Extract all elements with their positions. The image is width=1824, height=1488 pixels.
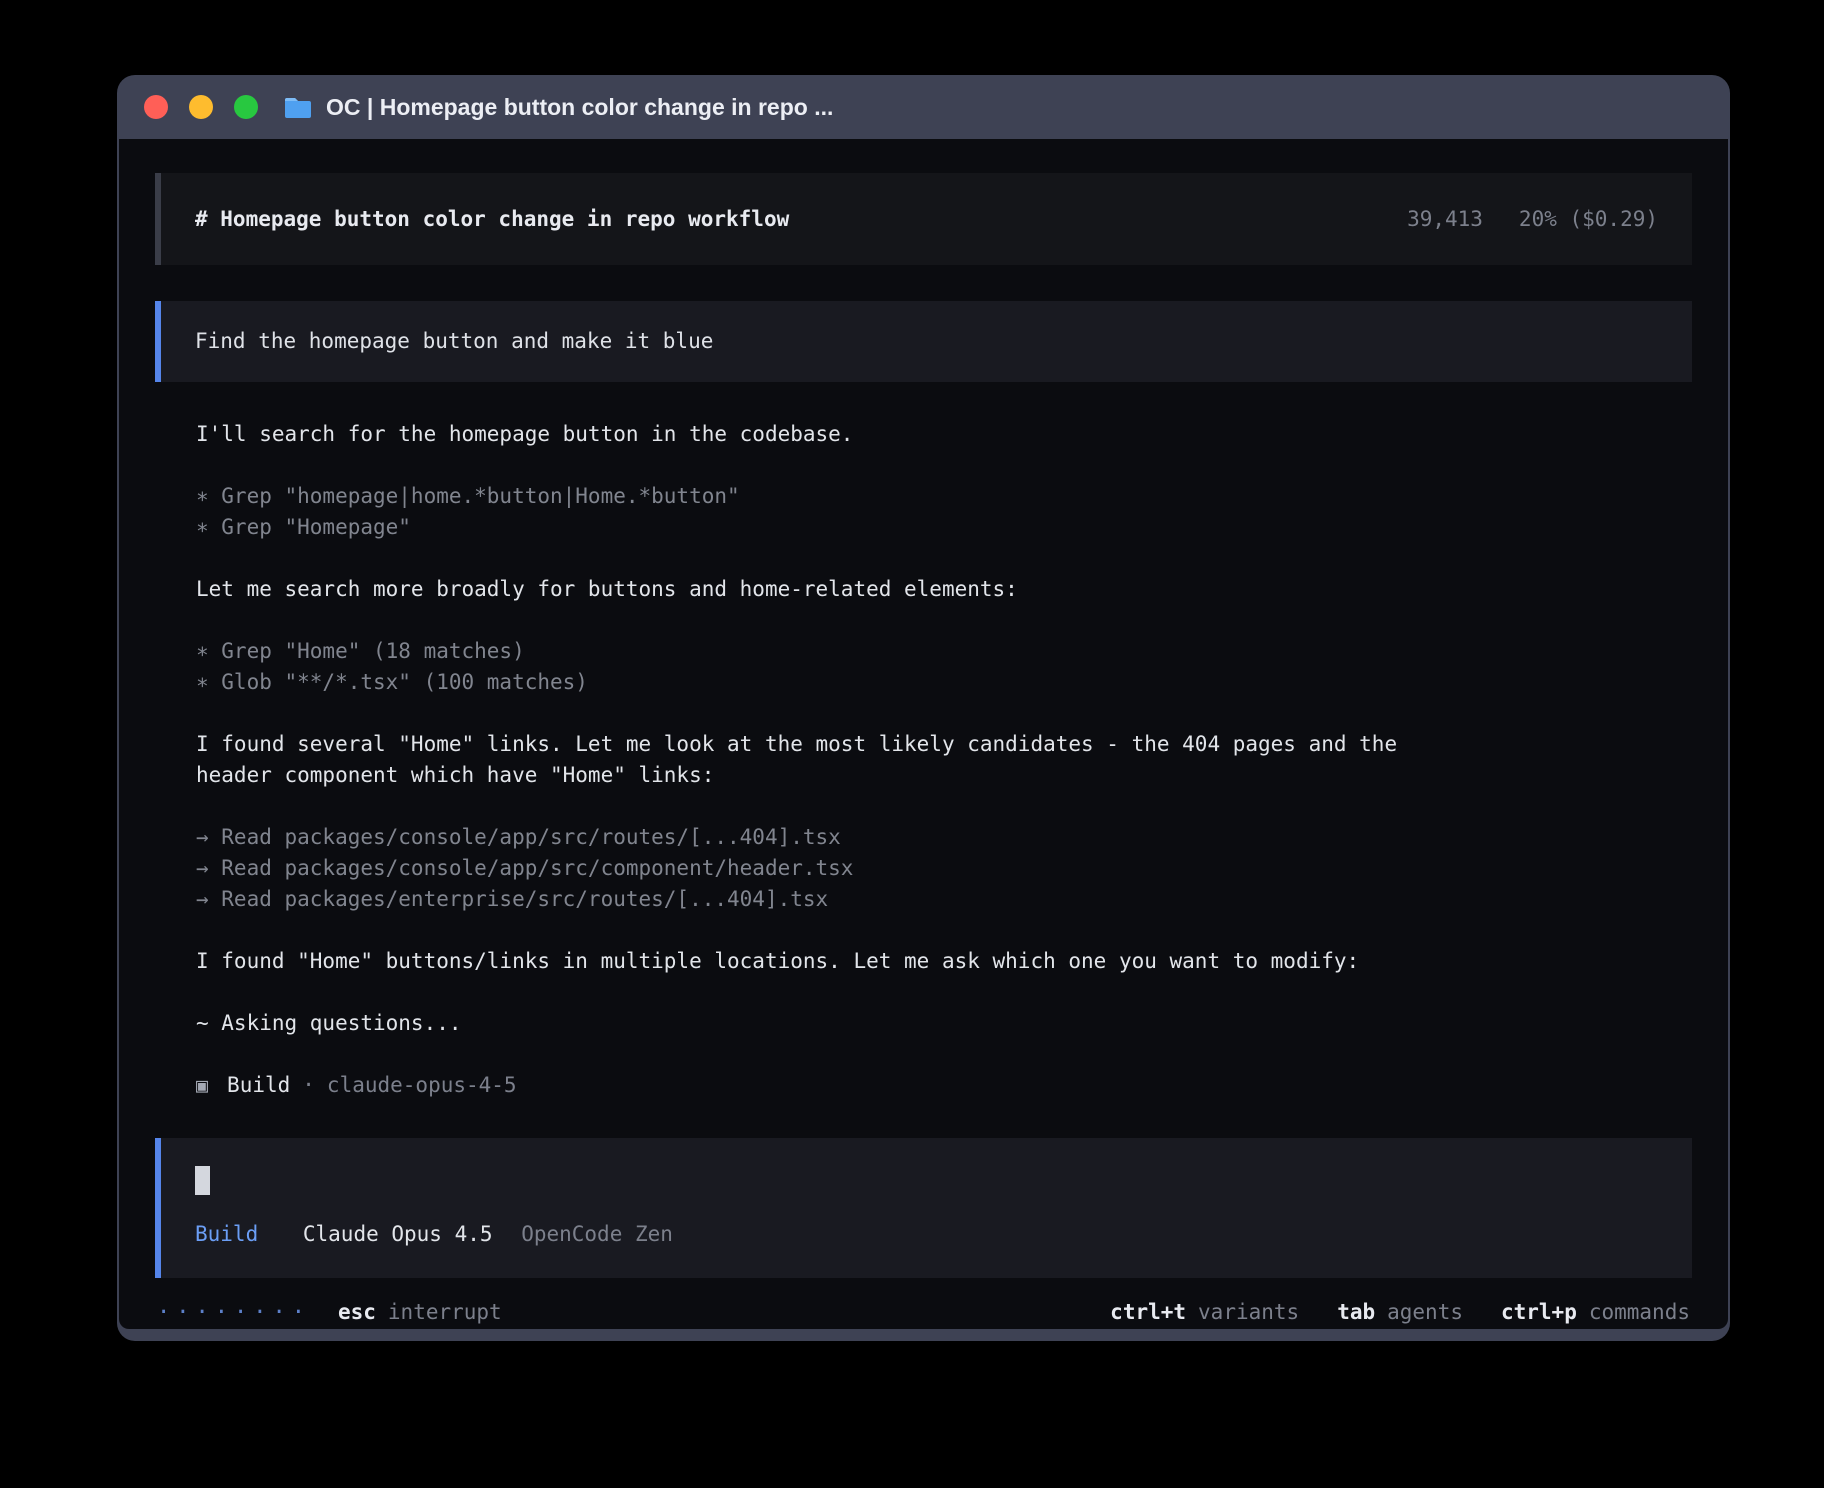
tool-call-read: → Read packages/console/app/src/componen… [196, 853, 1692, 884]
assistant-paragraph: Let me search more broadly for buttons a… [196, 574, 1692, 605]
assistant-text: I'll search for the homepage button in t… [196, 419, 1692, 450]
prompt-input[interactable]: Build Claude Opus 4.5 OpenCode Zen [155, 1138, 1692, 1278]
variants-hint: ctrl+t variants [1110, 1297, 1299, 1328]
assistant-transcript: I'll search for the homepage button in t… [196, 419, 1692, 1101]
zoom-button[interactable] [234, 95, 258, 119]
agents-hint: tab agents [1337, 1297, 1463, 1328]
interrupt-label: interrupt [388, 1297, 502, 1328]
token-count: 39,413 [1407, 204, 1483, 235]
folder-icon [283, 95, 313, 119]
tool-call-glob: ∗ Glob "**/*.tsx" (100 matches) [196, 667, 1692, 698]
variants-label: variants [1198, 1297, 1299, 1328]
tool-call-grep: ∗ Grep "homepage|home.*button|Home.*butt… [196, 481, 1692, 512]
provider-name: OpenCode Zen [521, 1222, 673, 1246]
mode-indicator[interactable]: Build [195, 1222, 258, 1246]
close-button[interactable] [144, 95, 168, 119]
tool-call-group: ∗ Grep "homepage|home.*button|Home.*butt… [196, 481, 1692, 543]
assistant-paragraph: I found "Home" buttons/links in multiple… [196, 946, 1692, 977]
ctrl-p-key: ctrl+p [1501, 1297, 1577, 1328]
status-text: ~ Asking questions... [196, 1008, 1692, 1039]
session-stats: 39,413 20% ($0.29) [1407, 204, 1658, 235]
tool-call-grep: ∗ Grep "Homepage" [196, 512, 1692, 543]
terminal-window: OC | Homepage button color change in rep… [117, 75, 1730, 1341]
tool-call-grep: ∗ Grep "Home" (18 matches) [196, 636, 1692, 667]
input-line [195, 1164, 1658, 1195]
spinner-dots: ········ [157, 1297, 311, 1328]
status-line: ~ Asking questions... [196, 1008, 1692, 1039]
assistant-text: I found "Home" buttons/links in multiple… [196, 946, 1692, 977]
agent-name: Build [227, 1070, 290, 1101]
status-bar-right: ctrl+t variants tab agents ctrl+p comman… [1110, 1297, 1690, 1328]
tool-call-read: → Read packages/enterprise/src/routes/[.… [196, 884, 1692, 915]
agent-separator: · [302, 1070, 315, 1101]
commands-label: commands [1589, 1297, 1690, 1328]
session-title: # Homepage button color change in repo w… [195, 204, 789, 235]
agents-label: agents [1387, 1297, 1463, 1328]
window-title: OC | Homepage button color change in rep… [326, 94, 833, 121]
assistant-text: Let me search more broadly for buttons a… [196, 574, 1692, 605]
session-header: # Homepage button color change in repo w… [155, 173, 1692, 265]
terminal-content: # Homepage button color change in repo w… [119, 139, 1728, 1329]
traffic-lights [144, 95, 258, 119]
status-bar: ········ esc interrupt ctrl+t variants t… [155, 1296, 1692, 1328]
agent-model: claude-opus-4-5 [327, 1070, 517, 1101]
ctrl-t-key: ctrl+t [1110, 1297, 1186, 1328]
assistant-paragraph: I'll search for the homepage button in t… [196, 419, 1692, 450]
tool-call-group: → Read packages/console/app/src/routes/[… [196, 822, 1692, 915]
assistant-text: I found several "Home" links. Let me loo… [196, 729, 1692, 760]
tool-call-group: ∗ Grep "Home" (18 matches) ∗ Glob "**/*.… [196, 636, 1692, 698]
model-line: Build Claude Opus 4.5 OpenCode Zen [195, 1219, 1658, 1250]
user-message-text: Find the homepage button and make it blu… [195, 329, 713, 353]
agent-row: ▣ Build · claude-opus-4-5 [196, 1070, 1692, 1101]
assistant-paragraph: I found several "Home" links. Let me loo… [196, 729, 1692, 791]
agent-icon: ▣ [196, 1070, 208, 1101]
user-message: Find the homepage button and make it blu… [155, 301, 1692, 382]
text-cursor [195, 1166, 210, 1195]
esc-key: esc [338, 1297, 376, 1328]
title-group: OC | Homepage button color change in rep… [283, 94, 833, 121]
status-bar-left: ········ esc interrupt [157, 1297, 502, 1328]
minimize-button[interactable] [189, 95, 213, 119]
tool-call-read: → Read packages/console/app/src/routes/[… [196, 822, 1692, 853]
model-name: Claude Opus 4.5 [303, 1222, 493, 1246]
tab-key: tab [1337, 1297, 1375, 1328]
interrupt-hint: esc interrupt [338, 1297, 502, 1328]
context-cost: 20% ($0.29) [1519, 204, 1658, 235]
titlebar[interactable]: OC | Homepage button color change in rep… [117, 75, 1730, 139]
commands-hint: ctrl+p commands [1501, 1297, 1690, 1328]
assistant-text: header component which have "Home" links… [196, 760, 1692, 791]
